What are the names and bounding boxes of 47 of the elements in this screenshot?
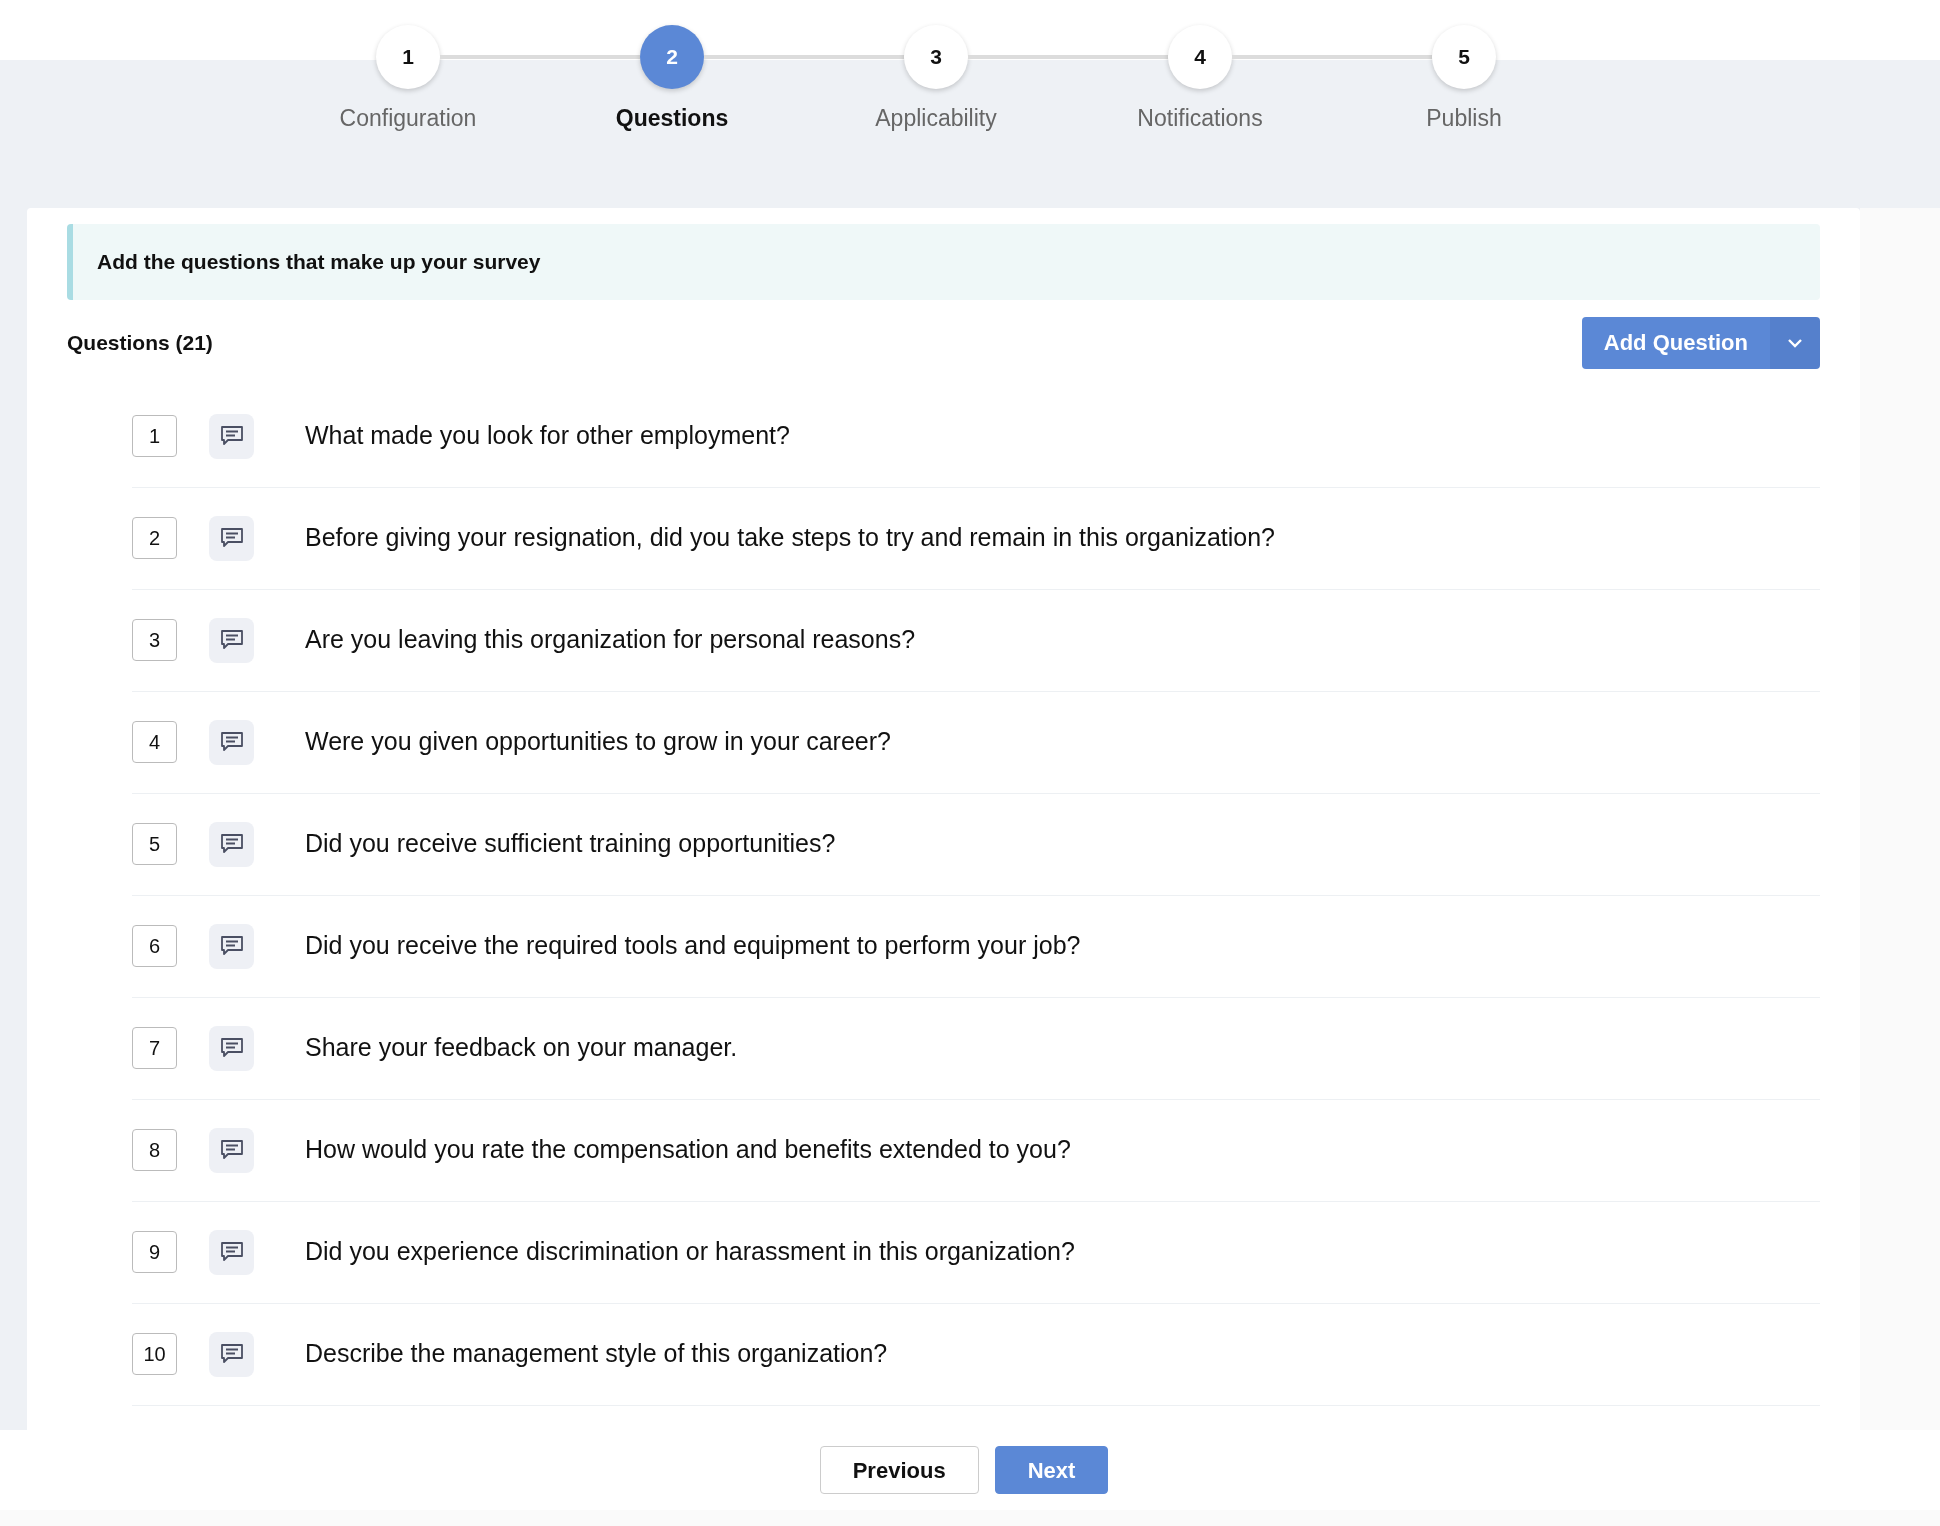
comment-icon: [209, 719, 254, 765]
question-number: 9: [132, 1231, 177, 1273]
step-label[interactable]: Publish: [1426, 101, 1502, 136]
question-text[interactable]: What made you look for other employment?: [305, 417, 790, 455]
question-number: 6: [132, 925, 177, 967]
next-button[interactable]: Next: [994, 1446, 1109, 1494]
question-number: 4: [132, 721, 177, 763]
question-text[interactable]: Did you receive sufficient training opportunities?: [305, 825, 836, 863]
step-number[interactable]: 5: [1432, 25, 1496, 89]
comment-icon: [209, 1331, 254, 1377]
question-text[interactable]: Share your feedback on your manager.: [305, 1029, 738, 1067]
question-number: 5: [132, 823, 177, 865]
question-number: 7: [132, 1027, 177, 1069]
comment-icon: [209, 821, 254, 867]
comment-icon: [209, 515, 254, 561]
dropdown-button[interactable]: [1770, 316, 1820, 369]
question-number: 3: [132, 619, 177, 661]
add-question-button[interactable]: Add Question: [1581, 316, 1770, 369]
info-banner: Add the questions that make up your survey: [67, 224, 1820, 300]
comment-icon: [209, 1025, 254, 1071]
step-number[interactable]: 3: [904, 25, 968, 89]
step-label[interactable]: Applicability: [875, 101, 997, 136]
comment-icon: [209, 617, 254, 663]
question-text[interactable]: Are you leaving this organization for personal reasons?: [305, 621, 916, 659]
comment-icon: [209, 923, 254, 969]
step-number[interactable]: 4: [1168, 25, 1232, 89]
question-text[interactable]: Did you receive the required tools and equipment to perform your job?: [305, 927, 1081, 965]
question-text[interactable]: Did you experience discrimination or harassment in this organization?: [305, 1233, 1075, 1271]
question-text[interactable]: How would you rate the compensation and benefits extended to you?: [305, 1131, 1071, 1169]
question-number: 8: [132, 1129, 177, 1171]
chevron-down-icon: [1787, 337, 1803, 348]
step-label[interactable]: Configuration: [339, 101, 477, 136]
questions-title: Questions (21): [67, 329, 213, 356]
step-label[interactable]: Notifications: [1137, 101, 1263, 136]
comment-icon: [209, 1127, 254, 1173]
question-text[interactable]: Before giving your resignation, did you take steps to try and remain in this organization?: [305, 519, 1275, 557]
question-number: 2: [132, 517, 177, 559]
comment-icon: [209, 413, 254, 459]
step-number[interactable]: 2: [640, 25, 704, 89]
question-number: 10: [132, 1333, 177, 1375]
step-number[interactable]: 1: [376, 25, 440, 89]
question-text[interactable]: Describe the management style of this organization?: [305, 1335, 888, 1373]
question-text[interactable]: Were you given opportunities to grow in your career?: [305, 723, 891, 761]
question-number: 1: [132, 415, 177, 457]
step-label[interactable]: Questions: [615, 101, 729, 136]
comment-icon: [209, 1229, 254, 1275]
previous-button[interactable]: Previous: [819, 1446, 979, 1494]
